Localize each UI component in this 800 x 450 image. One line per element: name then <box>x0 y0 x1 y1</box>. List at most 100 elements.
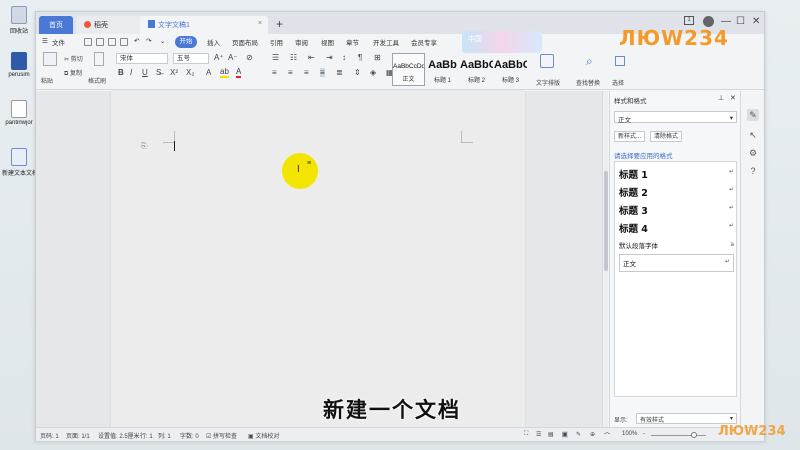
spellcheck-button[interactable]: ☑ 拼写检查 <box>206 431 237 440</box>
style-heading-1[interactable]: AaBb 标题 1 <box>426 53 459 86</box>
tab-member[interactable]: 会员专享 <box>411 37 437 47</box>
paste-icon[interactable] <box>43 52 57 66</box>
increase-indent-icon[interactable]: ⇥ <box>326 53 333 62</box>
tab-developer[interactable]: 开发工具 <box>373 37 399 47</box>
scrollbar-thumb[interactable] <box>604 171 608 271</box>
shading-icon[interactable]: ◈ <box>370 68 376 77</box>
tab-review[interactable]: 审阅 <box>295 37 308 47</box>
write-view-icon[interactable]: ✎ <box>576 431 581 438</box>
fullscreen-icon[interactable]: ⛶ <box>524 431 528 438</box>
clear-format-button[interactable]: 清除格式 <box>650 131 683 142</box>
italic-button[interactable]: I <box>130 68 132 77</box>
desktop-icon-pantin[interactable]: pantinwjor <box>2 100 36 126</box>
status-pages[interactable]: 页面: 1/1 <box>66 431 90 440</box>
web-view-icon[interactable]: ⊕ <box>590 431 595 438</box>
close-window-button[interactable]: ✕ <box>752 16 760 27</box>
pin-icon[interactable]: ⊥ <box>718 94 724 102</box>
distribute-icon[interactable]: ≣ <box>336 68 343 77</box>
decrease-indent-icon[interactable]: ⇤ <box>308 53 315 62</box>
find-replace-icon[interactable]: ⌕ <box>586 54 593 69</box>
current-style-select[interactable]: 正文 ▾ <box>614 111 737 124</box>
eye-protect-icon[interactable]: ⌒ <box>604 431 610 440</box>
window-badge-icon[interactable]: 1 <box>684 16 694 25</box>
subscript-icon[interactable]: X₂ <box>186 68 194 77</box>
cut-button[interactable]: ✂ 剪切 <box>64 54 83 63</box>
select-button[interactable]: 选择 <box>612 78 624 87</box>
read-view-icon[interactable]: ▤ <box>548 431 554 438</box>
align-justify-icon[interactable]: ≡ <box>320 68 325 77</box>
settings-sliders-icon[interactable]: ⚙ <box>747 147 759 159</box>
vertical-scrollbar[interactable] <box>602 91 608 427</box>
hamburger-icon[interactable]: ☰ <box>42 37 48 45</box>
text-layout-button[interactable]: 文字排版 <box>536 78 560 87</box>
more-icon[interactable]: ⌄ <box>160 37 165 45</box>
tab-close-icon[interactable]: × <box>258 20 262 27</box>
align-left-icon[interactable]: ≡ <box>272 68 277 77</box>
select-pointer-icon[interactable]: ↖ <box>747 129 759 141</box>
superscript-icon[interactable]: X² <box>170 68 178 77</box>
zoom-slider[interactable] <box>651 435 706 436</box>
style-list-item[interactable]: 标题 1 ↵ <box>619 167 734 181</box>
desktop-icon-recycle[interactable]: 回收站 <box>2 6 36 35</box>
tab-insert[interactable]: 插入 <box>207 37 220 47</box>
undo-icon[interactable]: ↶ <box>134 37 139 45</box>
style-list-item[interactable]: 默认段落字体 a <box>619 240 734 250</box>
maximize-button[interactable]: ☐ <box>736 16 745 27</box>
sort-icon[interactable]: ↕ <box>342 53 346 62</box>
font-name-select[interactable]: 宋体 <box>116 53 168 64</box>
style-heading-2[interactable]: AaBbC 标题 2 <box>460 53 493 86</box>
print-icon[interactable] <box>108 38 116 46</box>
text-layout-icon[interactable] <box>540 54 554 68</box>
find-replace-button[interactable]: 查找替换 <box>576 78 600 87</box>
zoom-level[interactable]: 100% <box>622 431 637 437</box>
new-tab-button[interactable]: + <box>276 17 283 31</box>
bold-button[interactable]: B <box>118 68 124 77</box>
style-list-item[interactable]: 标题 3 ↵ <box>619 203 734 217</box>
format-brush-button[interactable]: 格式刷 <box>88 76 106 85</box>
format-brush-icon[interactable] <box>94 52 104 66</box>
table-icon[interactable]: ⊞ <box>374 53 381 62</box>
tab-page-layout[interactable]: 页面布局 <box>232 37 258 47</box>
zoom-slider-knob[interactable] <box>691 432 697 438</box>
highlight-icon[interactable]: ab <box>220 68 229 78</box>
status-page-number[interactable]: 页码: 1 <box>40 431 59 440</box>
redo-icon[interactable]: ↷ <box>146 37 151 45</box>
style-list-item[interactable]: 标题 2 ↵ <box>619 185 734 199</box>
tab-home[interactable]: 首页 <box>39 16 73 34</box>
help-icon[interactable]: ? <box>747 165 759 177</box>
desktop-icon-textdoc[interactable]: 新建文本文档 <box>2 148 36 177</box>
paragraph-handle-icon[interactable]: ⎘· <box>141 143 149 151</box>
tab-chapter[interactable]: 章节 <box>346 37 359 47</box>
style-list-item[interactable]: 正文 ↵ <box>619 254 734 272</box>
preview-icon[interactable] <box>120 38 128 46</box>
shrink-font-icon[interactable]: A⁻ <box>228 53 238 62</box>
copy-button[interactable]: ⧉ 复制 <box>64 68 82 78</box>
tab-view[interactable]: 视图 <box>321 37 334 47</box>
pane-close-icon[interactable]: ✕ <box>730 94 736 102</box>
status-word-count[interactable]: 字数: 0 <box>180 431 199 440</box>
doc-check-button[interactable]: ▣ 文档校对 <box>248 431 279 440</box>
page-view-icon[interactable]: ▣ <box>562 431 568 438</box>
tab-start[interactable]: 开始 <box>175 36 197 48</box>
align-center-icon[interactable]: ≡ <box>288 68 293 77</box>
style-list-item[interactable]: 标题 4 ↵ <box>619 221 734 235</box>
style-pen-icon[interactable]: ✎ <box>747 109 759 121</box>
export-icon[interactable] <box>96 38 104 46</box>
line-spacing-icon[interactable]: ⇕ <box>354 68 361 77</box>
font-size-select[interactable]: 五号 <box>173 53 209 64</box>
underline-button[interactable]: U <box>142 68 148 77</box>
style-heading-3[interactable]: AaBbC 标题 3 <box>494 53 527 86</box>
grow-font-icon[interactable]: A⁺ <box>214 53 224 62</box>
clear-format-icon[interactable]: ⊘ <box>246 53 253 62</box>
menu-file[interactable]: 文件 <box>52 37 65 47</box>
align-right-icon[interactable]: ≡ <box>304 68 309 77</box>
promo-banner[interactable]: 中国 <box>462 31 542 53</box>
font-color-icon[interactable]: A <box>236 68 242 78</box>
select-icon[interactable] <box>615 56 625 66</box>
outline-view-icon[interactable]: ☰ <box>536 431 541 438</box>
save-icon[interactable] <box>84 38 92 46</box>
bullet-list-icon[interactable]: ☰ <box>272 53 279 62</box>
style-normal[interactable]: AaBbCcDd 正文 <box>392 53 425 86</box>
text-effect-icon[interactable]: A <box>206 68 211 77</box>
paste-button[interactable]: 粘贴 <box>41 76 53 85</box>
